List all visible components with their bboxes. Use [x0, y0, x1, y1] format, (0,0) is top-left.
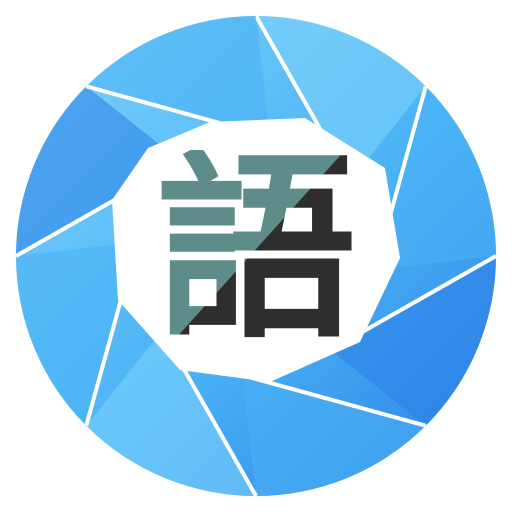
camera-aperture-icon: 語 語: [15, 15, 497, 497]
app-logo: 語 語: [0, 0, 512, 512]
logo-glyph: 語 語: [156, 150, 356, 350]
